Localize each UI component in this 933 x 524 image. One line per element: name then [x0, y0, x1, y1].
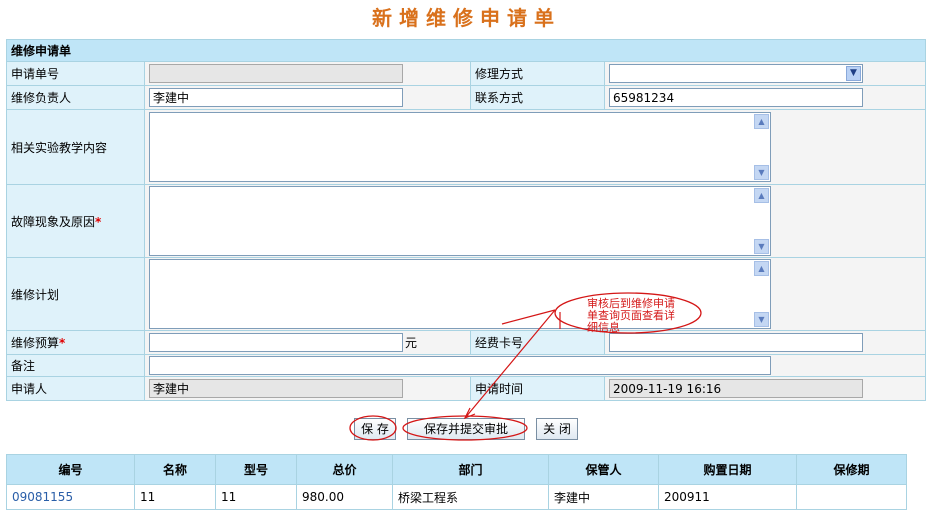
repair-request-form: 维修申请单 申请单号 修理方式 ▼ 维修负责人 联系方式 相关实验教学内容 ▲ … [5, 39, 927, 401]
request-no-input [149, 64, 403, 83]
scroll-up-icon[interactable]: ▲ [754, 261, 769, 276]
table-cell: 11 [134, 484, 216, 510]
column-header: 保管人 [548, 454, 659, 485]
chevron-down-icon[interactable]: ▼ [846, 66, 861, 81]
column-header: 总价 [296, 454, 393, 485]
request-no-label: 申请单号 [6, 61, 145, 86]
table-row: 09081155 11 11 980.00 桥梁工程系 李建中 200911 [6, 484, 907, 510]
budget-unit: 元 [405, 336, 418, 350]
teaching-content-textarea[interactable]: ▲ ▼ [149, 112, 771, 182]
budget-label: 维修预算* [6, 330, 145, 355]
annotation-arrow-head [463, 407, 476, 420]
apply-time-input [609, 379, 863, 398]
apply-time-label: 申请时间 [470, 376, 605, 401]
required-mark: * [95, 214, 102, 229]
page-title: 新增维修申请单 [372, 6, 561, 30]
column-header: 保修期 [796, 454, 907, 485]
remarks-input[interactable] [149, 356, 771, 375]
teaching-content-label: 相关实验教学内容 [6, 109, 145, 185]
scroll-up-icon[interactable]: ▲ [754, 188, 769, 203]
repair-method-value [610, 66, 613, 80]
equipment-table: 编号 名称 型号 总价 部门 保管人 购置日期 保修期 09081155 11 … [6, 454, 907, 510]
repair-method-select[interactable]: ▼ [609, 64, 863, 83]
repair-method-label: 修理方式 [470, 61, 605, 86]
funding-card-input[interactable] [609, 333, 863, 352]
table-cell: 200911 [658, 484, 797, 510]
form-section-title: 维修申请单 [5, 39, 927, 62]
fault-textarea[interactable]: ▲ ▼ [149, 186, 771, 256]
scroll-down-icon[interactable]: ▼ [754, 312, 769, 327]
scroll-down-icon[interactable]: ▼ [754, 165, 769, 180]
applicant-input [149, 379, 403, 398]
table-cell: 09081155 [6, 484, 135, 510]
funding-card-label: 经费卡号 [470, 330, 605, 355]
remarks-label: 备注 [6, 354, 145, 377]
save-submit-button[interactable]: 保存并提交审批 [407, 418, 525, 440]
repair-owner-input[interactable] [149, 88, 403, 107]
budget-input[interactable] [149, 333, 403, 352]
scroll-down-icon[interactable]: ▼ [754, 239, 769, 254]
table-header-row: 编号 名称 型号 总价 部门 保管人 购置日期 保修期 [6, 454, 907, 485]
annotation-text: 审核后到维修申请单查询页面查看详细信息 [587, 297, 675, 334]
required-mark: * [59, 336, 66, 350]
table-cell: 980.00 [296, 484, 393, 510]
plan-label: 维修计划 [6, 257, 145, 331]
save-button[interactable]: 保 存 [354, 418, 396, 440]
table-cell: 李建中 [548, 484, 659, 510]
contact-label: 联系方式 [470, 85, 605, 110]
column-header: 名称 [134, 454, 216, 485]
close-button[interactable]: 关 闭 [536, 418, 578, 440]
table-cell [796, 484, 907, 510]
applicant-label: 申请人 [6, 376, 145, 401]
equipment-no-link[interactable]: 09081155 [12, 490, 73, 504]
table-cell: 桥梁工程系 [392, 484, 549, 510]
repair-owner-label: 维修负责人 [6, 85, 145, 110]
column-header: 型号 [215, 454, 297, 485]
table-cell: 11 [215, 484, 297, 510]
contact-input[interactable] [609, 88, 863, 107]
column-header: 部门 [392, 454, 549, 485]
column-header: 编号 [6, 454, 135, 485]
column-header: 购置日期 [658, 454, 797, 485]
scroll-up-icon[interactable]: ▲ [754, 114, 769, 129]
fault-label: 故障现象及原因* [6, 184, 145, 258]
